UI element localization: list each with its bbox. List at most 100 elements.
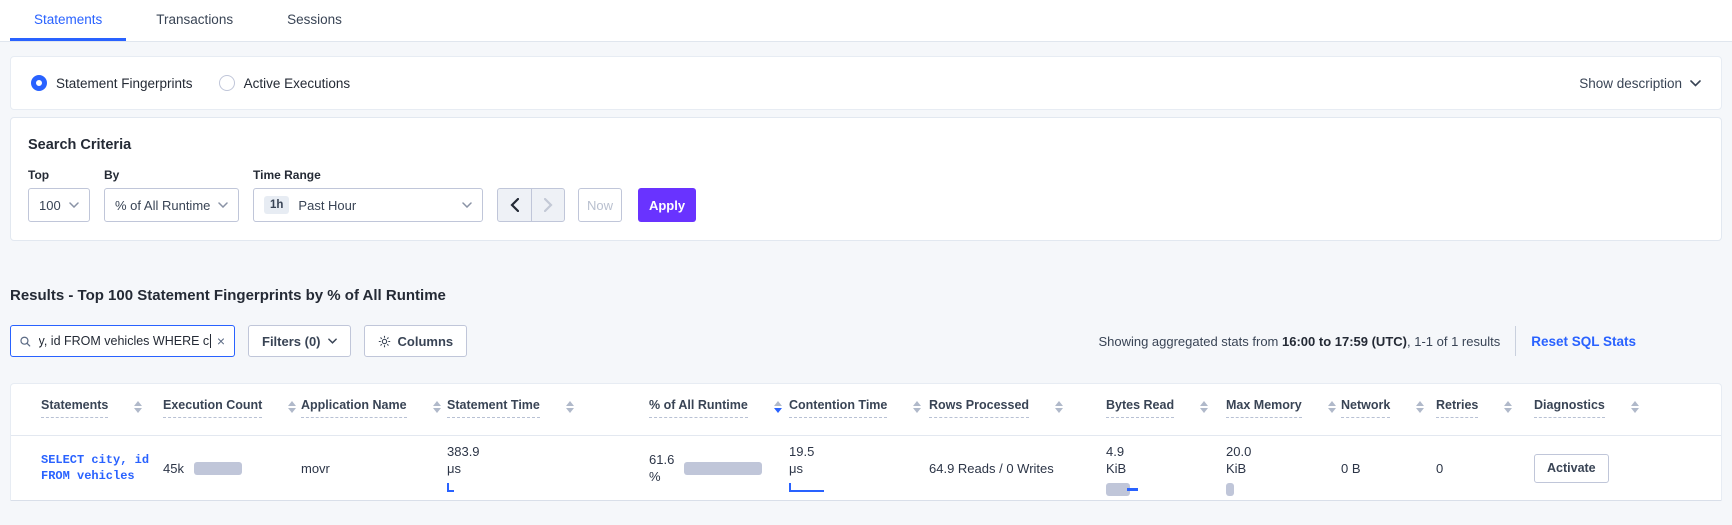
time-range-field: Time Range 1h Past Hour xyxy=(253,168,483,222)
sort-icon xyxy=(1630,401,1639,413)
column-header-statement-time[interactable]: Statement Time xyxy=(447,398,649,435)
sort-icon xyxy=(565,401,574,413)
results-toolbar: y, id FROM vehicles WHERE city = $1 × Fi… xyxy=(10,325,1722,357)
time-range-badge: 1h xyxy=(264,196,290,214)
sort-desc-icon xyxy=(773,401,782,413)
cell-bytes-read: 4.9 KiB xyxy=(1106,436,1226,500)
chevron-left-icon xyxy=(510,198,519,212)
column-header-application-name[interactable]: Application Name xyxy=(301,398,447,435)
radio-label: Active Executions xyxy=(243,75,351,91)
clear-search-icon[interactable]: × xyxy=(211,333,225,349)
sort-icon xyxy=(432,401,441,413)
filters-button[interactable]: Filters (0) xyxy=(248,325,351,357)
sql-activity-tabbar: Statements Transactions Sessions xyxy=(0,0,1732,42)
sort-icon xyxy=(288,401,297,413)
max-memory-bar xyxy=(1226,483,1341,496)
cell-retries: 0 xyxy=(1436,460,1444,476)
cell-max-memory: 20.0 KiB xyxy=(1226,436,1341,500)
sort-icon xyxy=(1055,401,1064,413)
statement-search-input[interactable]: y, id FROM vehicles WHERE city = $1 × xyxy=(10,325,235,357)
column-header-max-memory[interactable]: Max Memory xyxy=(1226,398,1341,435)
column-header-contention-time[interactable]: Contention Time xyxy=(789,398,929,435)
time-step-group xyxy=(497,188,565,222)
cell-network: 0 B xyxy=(1341,460,1361,476)
radio-label: Statement Fingerprints xyxy=(56,75,193,91)
radio-statement-fingerprints[interactable]: Statement Fingerprints xyxy=(31,75,193,91)
sort-icon xyxy=(1327,401,1336,413)
chevron-down-icon xyxy=(69,202,79,208)
column-header-rows-processed[interactable]: Rows Processed xyxy=(929,398,1106,435)
search-icon xyxy=(20,336,31,347)
sort-icon xyxy=(1200,401,1209,413)
execution-count-bar xyxy=(193,461,242,475)
view-toggle-panel: Statement Fingerprints Active Executions… xyxy=(10,56,1722,110)
time-range-select[interactable]: 1h Past Hour xyxy=(253,188,483,222)
cell-pct-all-runtime: 61.6 % xyxy=(649,436,789,500)
radio-active-executions[interactable]: Active Executions xyxy=(218,75,351,91)
bytes-read-bar xyxy=(1106,483,1226,496)
top-label: Top xyxy=(28,168,50,182)
reset-sql-stats-link[interactable]: Reset SQL Stats xyxy=(1531,334,1636,349)
by-label: By xyxy=(104,168,120,182)
by-field: By % of All Runtime xyxy=(104,168,239,222)
column-header-pct-all-runtime[interactable]: % of All Runtime xyxy=(649,398,789,435)
chevron-down-icon xyxy=(327,338,337,344)
sort-icon xyxy=(1416,401,1425,413)
column-header-execution-count[interactable]: Execution Count xyxy=(163,398,301,435)
table-row: SELECT city, id FROM vehicles 45k movr 3… xyxy=(11,436,1721,501)
chevron-right-icon xyxy=(543,198,553,212)
cell-application-name: movr xyxy=(301,460,330,476)
statements-table: Statements Execution Count Application N… xyxy=(10,383,1722,501)
time-next-button[interactable] xyxy=(531,189,564,221)
contention-time-bar xyxy=(789,483,929,492)
tab-sessions[interactable]: Sessions xyxy=(263,0,366,41)
now-button[interactable]: Now xyxy=(578,188,622,222)
statement-time-bar xyxy=(447,483,649,492)
gear-icon xyxy=(378,335,390,347)
column-header-retries[interactable]: Retries xyxy=(1436,398,1534,435)
sort-icon xyxy=(134,401,143,413)
column-header-statements[interactable]: Statements xyxy=(41,398,163,435)
top-select[interactable]: 100 xyxy=(28,188,90,222)
columns-button[interactable]: Columns xyxy=(363,325,468,357)
radio-unselected-icon xyxy=(218,75,235,91)
tab-transactions[interactable]: Transactions xyxy=(132,0,257,41)
activate-button[interactable]: Activate xyxy=(1534,453,1609,483)
time-range-value: Past Hour xyxy=(298,197,357,213)
radio-selected-icon xyxy=(31,75,47,91)
cell-statement: SELECT city, id FROM vehicles xyxy=(41,436,163,500)
pct-runtime-bar xyxy=(684,461,763,475)
column-header-network[interactable]: Network xyxy=(1341,398,1436,435)
show-description-toggle[interactable]: Show description xyxy=(1579,76,1701,91)
cell-rows-processed: 64.9 Reads / 0 Writes xyxy=(929,460,1054,476)
sort-icon xyxy=(1504,401,1513,413)
stats-summary: Showing aggregated stats from 16:00 to 1… xyxy=(1098,333,1501,349)
top-select-value: 100 xyxy=(39,197,61,213)
columns-label: Columns xyxy=(397,333,454,349)
time-prev-button[interactable] xyxy=(498,189,531,221)
divider xyxy=(1515,326,1517,356)
apply-button[interactable]: Apply xyxy=(638,188,696,222)
time-range-label: Time Range xyxy=(253,168,321,182)
column-header-bytes-read[interactable]: Bytes Read xyxy=(1106,398,1226,435)
chevron-down-icon xyxy=(218,202,228,208)
statement-link[interactable]: SELECT city, id FROM vehicles xyxy=(41,453,163,483)
cell-diagnostics: Activate xyxy=(1534,436,1721,500)
cell-contention-time: 19.5 μs xyxy=(789,436,929,500)
sort-icon xyxy=(913,401,922,413)
show-description-label: Show description xyxy=(1579,75,1682,91)
by-select-value: % of All Runtime xyxy=(115,197,211,213)
tab-statements[interactable]: Statements xyxy=(10,0,127,41)
top-field: Top 100 xyxy=(28,168,90,222)
search-criteria-title: Search Criteria xyxy=(28,137,132,153)
table-header-row: Statements Execution Count Application N… xyxy=(11,384,1721,436)
by-select[interactable]: % of All Runtime xyxy=(104,188,239,222)
chevron-down-icon xyxy=(1690,79,1701,87)
filters-label: Filters (0) xyxy=(262,333,321,349)
search-input-value: y, id FROM vehicles WHERE city = $1 xyxy=(38,334,210,348)
cell-execution-count: 45k xyxy=(163,436,301,500)
cell-statement-time: 383.9 μs xyxy=(447,436,649,500)
column-header-diagnostics[interactable]: Diagnostics xyxy=(1534,398,1721,435)
search-criteria-card: Search Criteria Top 100 By % of All Runt… xyxy=(10,117,1722,241)
chevron-down-icon xyxy=(462,202,472,208)
